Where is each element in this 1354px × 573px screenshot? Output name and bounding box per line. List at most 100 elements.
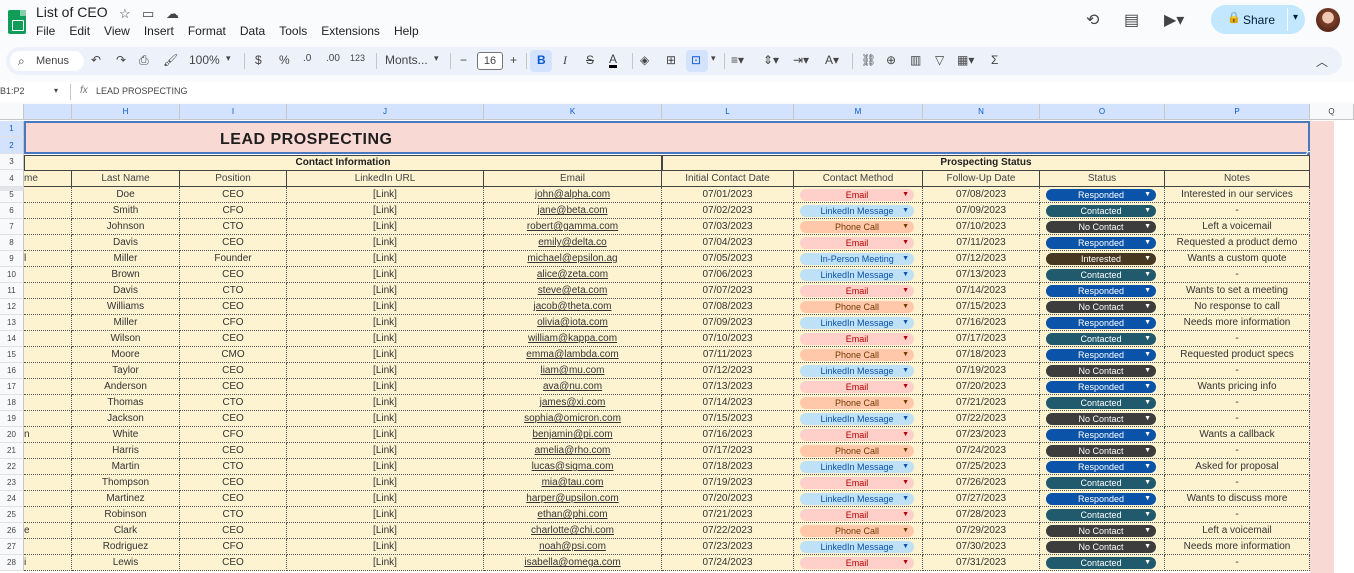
cell-email[interactable]: ethan@phi.com [484, 507, 662, 523]
cell-email[interactable]: noah@psi.com [484, 539, 662, 555]
column-title[interactable]: Contact Method [794, 171, 923, 187]
row-header-15[interactable]: 15 [0, 347, 24, 363]
cell-initial[interactable]: 07/12/2023 [662, 363, 794, 379]
column-header-o[interactable]: O [1040, 104, 1165, 120]
star-icon[interactable]: ☆ [119, 6, 131, 22]
status-dropdown[interactable]: Contacted ▼ [1046, 205, 1156, 217]
cell-follow[interactable]: 07/21/2023 [923, 395, 1040, 411]
column-title[interactable]: LinkedIn URL [287, 171, 484, 187]
cell-last[interactable]: Martinez [72, 491, 180, 507]
cell-initial[interactable]: 07/07/2023 [662, 283, 794, 299]
cell-position[interactable]: CEO [180, 187, 287, 203]
status-dropdown[interactable]: Responded ▼ [1046, 285, 1156, 297]
dropdown-arrow-icon[interactable]: ▼ [902, 477, 909, 489]
cell-email[interactable]: emily@delta.co [484, 235, 662, 251]
cell-follow[interactable]: 07/28/2023 [923, 507, 1040, 523]
cell-status[interactable]: Responded ▼ [1040, 459, 1165, 475]
column-header-i[interactable]: I [180, 104, 287, 120]
cell-follow[interactable]: 07/23/2023 [923, 427, 1040, 443]
cell-position[interactable]: CEO [180, 267, 287, 283]
vertical-align-icon[interactable]: ⇕▾ [763, 53, 779, 67]
comments-icon[interactable]: ▤ [1124, 10, 1139, 30]
status-dropdown[interactable]: Contacted ▼ [1046, 333, 1156, 345]
merge-cells-icon[interactable]: ⊡ [691, 53, 701, 67]
cell-email[interactable]: jacob@theta.com [484, 299, 662, 315]
cell-position[interactable]: CEO [180, 363, 287, 379]
cell-email[interactable]: steve@eta.com [484, 283, 662, 299]
dropdown-arrow-icon[interactable]: ▼ [1144, 445, 1151, 457]
column-title[interactable]: me [24, 171, 72, 187]
cell-follow[interactable]: 07/24/2023 [923, 443, 1040, 459]
cell-notes[interactable]: Interested in our services [1165, 187, 1310, 203]
zoom-dropdown-icon[interactable]: ▾ [226, 53, 231, 64]
cell-linkedin[interactable]: [Link] [287, 203, 484, 219]
cell-method[interactable]: LinkedIn Message ▼ [794, 459, 923, 475]
cell-last[interactable]: Thomas [72, 395, 180, 411]
paint-format-icon[interactable]: 🖌 [163, 53, 178, 67]
cell-status[interactable]: No Contact ▼ [1040, 443, 1165, 459]
row-header-12[interactable]: 12 [0, 299, 24, 315]
status-dropdown[interactable]: No Contact ▼ [1046, 221, 1156, 233]
dropdown-arrow-icon[interactable]: ▼ [902, 189, 909, 201]
cell-email[interactable]: lucas@sigma.com [484, 459, 662, 475]
contact-method-dropdown[interactable]: Email ▼ [800, 509, 914, 521]
dropdown-arrow-icon[interactable]: ▼ [902, 381, 909, 393]
row-header-3[interactable]: 3 [0, 154, 24, 170]
cell-notes[interactable]: Requested a product demo [1165, 235, 1310, 251]
contact-method-dropdown[interactable]: LinkedIn Message ▼ [800, 413, 914, 425]
print-icon[interactable]: ⎙ [139, 53, 149, 68]
cell-status[interactable]: No Contact ▼ [1040, 523, 1165, 539]
dropdown-arrow-icon[interactable]: ▼ [902, 237, 909, 249]
row-header-4[interactable]: 4 [0, 170, 24, 187]
status-dropdown[interactable]: Responded ▼ [1046, 317, 1156, 329]
dropdown-arrow-icon[interactable]: ▼ [902, 285, 909, 297]
dropdown-arrow-icon[interactable]: ▼ [902, 509, 909, 521]
cell-initial[interactable]: 07/23/2023 [662, 539, 794, 555]
column-title[interactable]: Initial Contact Date [662, 171, 794, 187]
cell-initial[interactable]: 07/04/2023 [662, 235, 794, 251]
cell-notes[interactable]: - [1165, 267, 1310, 283]
avatar[interactable] [1316, 8, 1340, 32]
cell-email[interactable]: amelia@rho.com [484, 443, 662, 459]
collapse-toolbar-icon[interactable]: ︿ [1316, 53, 1328, 70]
cell-initial[interactable]: 07/10/2023 [662, 331, 794, 347]
row-header-9[interactable]: 9 [0, 251, 24, 267]
cell-initial[interactable]: 07/16/2023 [662, 427, 794, 443]
cell-email[interactable]: ava@nu.com [484, 379, 662, 395]
dropdown-arrow-icon[interactable]: ▼ [902, 365, 909, 377]
column-header-h[interactable]: H [72, 104, 180, 120]
row-header-18[interactable]: 18 [0, 395, 24, 411]
percent-format-button[interactable]: % [279, 53, 290, 67]
insert-link-icon[interactable]: ⛓ [861, 53, 876, 67]
dropdown-arrow-icon[interactable]: ▼ [902, 557, 909, 569]
cell-last[interactable]: Anderson [72, 379, 180, 395]
dropdown-arrow-icon[interactable]: ▼ [1144, 365, 1151, 377]
cell-linkedin[interactable]: [Link] [287, 299, 484, 315]
cell-first[interactable] [24, 203, 72, 219]
insert-comment-icon[interactable]: ⊕ [886, 53, 896, 67]
column-title[interactable]: Position [180, 171, 287, 187]
cell-method[interactable]: Phone Call ▼ [794, 443, 923, 459]
dropdown-arrow-icon[interactable]: ▼ [902, 429, 909, 441]
cell-initial[interactable]: 07/24/2023 [662, 555, 794, 571]
dropdown-arrow-icon[interactable]: ▼ [1144, 525, 1151, 537]
cell-follow[interactable]: 07/11/2023 [923, 235, 1040, 251]
contact-method-dropdown[interactable]: LinkedIn Message ▼ [800, 541, 914, 553]
cell-position[interactable]: CEO [180, 411, 287, 427]
cell-notes[interactable]: Wants pricing info [1165, 379, 1310, 395]
cell-linkedin[interactable]: [Link] [287, 507, 484, 523]
borders-icon[interactable]: ⊞ [666, 53, 676, 67]
cell-follow[interactable]: 07/18/2023 [923, 347, 1040, 363]
cell-first[interactable] [24, 347, 72, 363]
status-dropdown[interactable]: No Contact ▼ [1046, 413, 1156, 425]
cell-first[interactable]: n [24, 427, 72, 443]
column-title[interactable]: Follow-Up Date [923, 171, 1040, 187]
sheets-logo-icon[interactable] [8, 10, 26, 34]
row-header-20[interactable]: 20 [0, 427, 24, 443]
cell-linkedin[interactable]: [Link] [287, 235, 484, 251]
dropdown-arrow-icon[interactable]: ▼ [1144, 221, 1151, 233]
row-header-25[interactable]: 25 [0, 507, 24, 523]
cell-initial[interactable]: 07/11/2023 [662, 347, 794, 363]
undo-icon[interactable]: ↶ [91, 53, 101, 67]
cell-notes[interactable]: - [1165, 363, 1310, 379]
